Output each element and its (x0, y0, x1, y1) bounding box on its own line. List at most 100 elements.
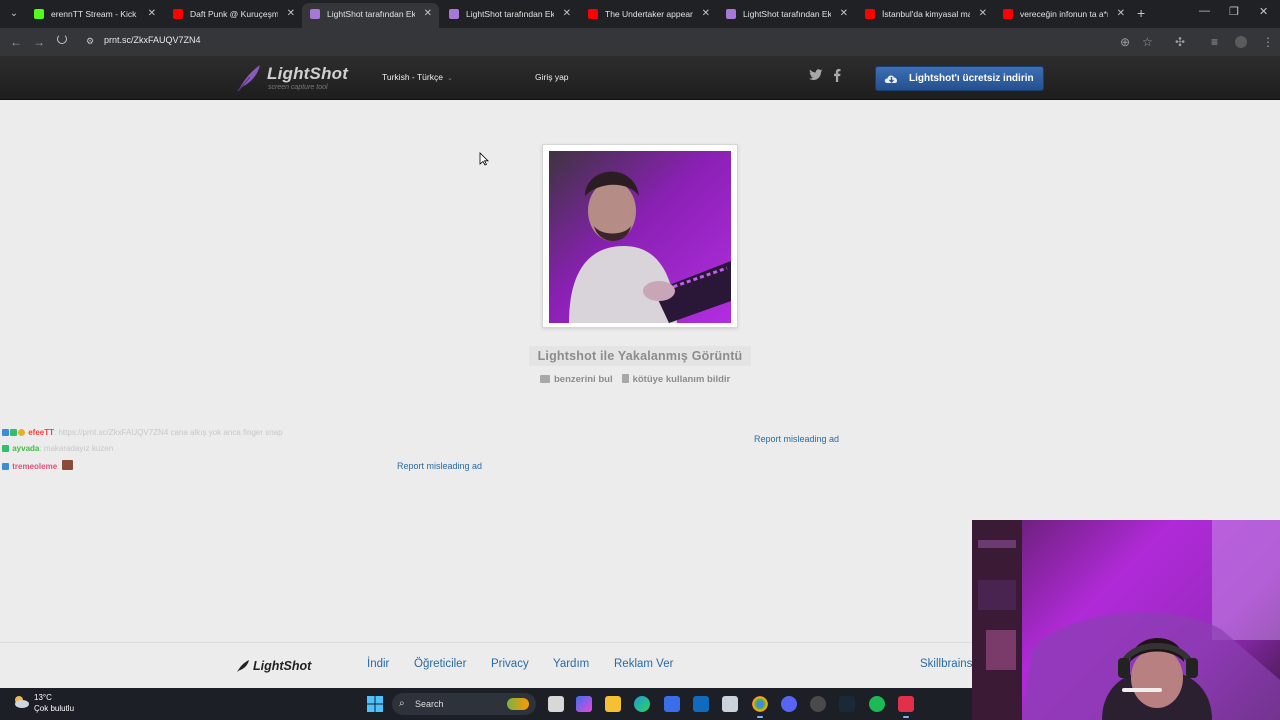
trash-icon (621, 374, 629, 383)
facebook-icon[interactable] (833, 69, 841, 85)
tab-title: LightShot tarafından Ekra (466, 9, 554, 19)
browser-tab[interactable]: LightShot tarafından Ekra ✕ (718, 3, 855, 28)
restore-icon[interactable]: ❐ (1229, 5, 1239, 18)
spotify-icon[interactable] (869, 696, 885, 712)
tab-title: İstanbul'da kimyasal mad (882, 9, 970, 19)
chat-badge-icon (18, 429, 25, 436)
footer-link-skillbrains[interactable]: Skillbrains (920, 658, 972, 670)
tab-close-icon[interactable]: ✕ (1117, 3, 1125, 25)
minimize-icon[interactable]: — (1199, 5, 1210, 17)
chat-text: : makaradayız kuzen (39, 444, 114, 453)
profile-avatar[interactable] (1235, 36, 1247, 48)
image-actions: benzerini bul kötüye kullanım bildir (540, 374, 730, 385)
address-bar[interactable]: prnt.sc/ZkxFAUQV7ZN4 (104, 35, 201, 45)
report-abuse-link[interactable]: kötüye kullanım bildir (621, 374, 730, 385)
tab-close-icon[interactable]: ✕ (979, 3, 987, 25)
task-view-icon[interactable] (548, 696, 564, 712)
chat-message: ayvada: makaradayız kuzen (2, 444, 113, 453)
browser-tab[interactable]: İstanbul'da kimyasal mad ✕ (857, 3, 994, 28)
browser-tab[interactable]: Daft Punk @ Kuruçeşme / ✕ (165, 3, 302, 28)
browser-toolbar: ← → ⚙ prnt.sc/ZkxFAUQV7ZN4 ⊕ ☆ ✣ ≡ ⋮ (0, 28, 1280, 56)
browser-tab-strip: ⌄ erennTT Stream - Kick Da ✕ Daft Punk @… (0, 0, 1280, 28)
tab-search-icon[interactable]: ⌄ (6, 6, 22, 22)
edge-icon[interactable] (634, 696, 650, 712)
logo-tagline: screen capture tool (268, 84, 328, 91)
browser-tab-active[interactable]: LightShot tarafından Ekra ✕ (302, 3, 439, 28)
weather-condition[interactable]: Çok bulutlu (34, 704, 74, 713)
chat-text: : https://prnt.sc/ZkxFAUQV7ZN4 cana alkı… (54, 428, 283, 437)
browser-tab[interactable]: erennTT Stream - Kick Da ✕ (26, 3, 163, 28)
download-button-label: Lightshot'ı ücretsiz indirin (909, 73, 1034, 84)
tab-close-icon[interactable]: ✕ (840, 3, 848, 25)
chat-emote-icon (61, 460, 73, 470)
chat-message: efeeTT: https://prnt.sc/ZkxFAUQV7ZN4 can… (2, 428, 283, 437)
new-tab-button[interactable]: + (1137, 5, 1145, 21)
webcam-overlay (972, 520, 1280, 720)
chat-username: ayvada (12, 444, 40, 453)
weather-cloudy-icon[interactable] (12, 693, 30, 711)
media-controls-icon[interactable]: ≡ (1211, 34, 1218, 50)
file-explorer-icon[interactable] (605, 696, 621, 712)
tab-close-icon[interactable]: ✕ (424, 3, 432, 25)
outlook-icon[interactable] (693, 696, 709, 712)
youtube-favicon-icon (588, 9, 598, 19)
copilot-icon[interactable] (576, 696, 592, 712)
close-window-icon[interactable]: ✕ (1259, 5, 1268, 18)
youtube-favicon-icon (865, 9, 875, 19)
windows-taskbar: 13°C Çok bulutlu ⌕ Search (0, 688, 972, 720)
download-free-button[interactable]: Lightshot'ı ücretsiz indirin (875, 66, 1044, 91)
language-selector[interactable]: Turkish - Türkçe ⌄ (382, 72, 453, 82)
tab-close-icon[interactable]: ✕ (287, 3, 295, 25)
tab-close-icon[interactable]: ✕ (702, 3, 710, 25)
footer-link-tutorials[interactable]: Öğreticiler (414, 658, 466, 670)
forward-icon[interactable]: → (33, 34, 45, 50)
app-icon[interactable] (898, 696, 914, 718)
find-similar-link[interactable]: benzerini bul (540, 374, 613, 385)
footer-link-download[interactable]: İndir (367, 658, 389, 670)
tab-title: vereceğin infonun ta a*n (1020, 9, 1108, 19)
footer-logo[interactable]: LightShot (253, 659, 311, 673)
footer-link-help[interactable]: Yardım (553, 658, 589, 670)
report-misleading-ad-link[interactable]: Report misleading ad (754, 434, 839, 444)
steam-icon[interactable] (839, 696, 855, 712)
download-cloud-icon (884, 75, 898, 83)
browser-tab[interactable]: vereceğin infonun ta a*n ✕ (995, 3, 1132, 28)
lightshot-logo[interactable]: LightShot (267, 64, 348, 84)
chrome-icon[interactable] (752, 696, 768, 718)
app-icon[interactable] (810, 696, 826, 712)
microsoft-store-icon[interactable] (664, 696, 680, 712)
twitter-icon[interactable] (809, 69, 823, 84)
browser-menu-icon[interactable]: ⋮ (1262, 34, 1274, 50)
screenshot-image[interactable] (549, 151, 731, 323)
feather-logo-icon (237, 660, 249, 672)
search-icon: ⌕ (399, 698, 405, 709)
footer-link-privacy[interactable]: Privacy (491, 658, 529, 670)
login-link[interactable]: Giriş yap (535, 72, 569, 82)
extensions-icon[interactable]: ✣ (1175, 34, 1185, 50)
search-highlight-icon (507, 698, 529, 710)
browser-tab[interactable]: The Undertaker appears ! ✕ (580, 3, 717, 28)
tab-close-icon[interactable]: ✕ (148, 3, 156, 25)
zoom-icon[interactable]: ⊕ (1120, 34, 1130, 50)
report-misleading-ad-link[interactable]: Report misleading ad (397, 461, 482, 471)
tab-title: The Undertaker appears ! (605, 9, 693, 19)
lightshot-favicon-icon (726, 9, 736, 19)
windows-start-icon[interactable] (367, 696, 383, 712)
tab-title: Daft Punk @ Kuruçeşme / (190, 9, 278, 19)
chat-username: efeeTT (28, 428, 55, 437)
chat-message: tremeoleme: (2, 460, 74, 471)
chat-badge-icon (10, 429, 17, 436)
weather-temperature[interactable]: 13°C (34, 693, 52, 702)
back-icon[interactable]: ← (10, 34, 22, 50)
loading-icon[interactable] (57, 34, 67, 44)
mouse-cursor-icon (479, 152, 489, 166)
footer-link-advertise[interactable]: Reklam Ver (614, 658, 673, 670)
browser-tab[interactable]: LightShot tarafından Ekra ✕ (441, 3, 578, 28)
site-info-icon[interactable]: ⚙ (86, 36, 94, 47)
screenshot-preview[interactable] (542, 144, 738, 328)
bookmark-star-icon[interactable]: ☆ (1142, 34, 1153, 50)
settings-icon[interactable] (722, 696, 738, 712)
tab-close-icon[interactable]: ✕ (563, 3, 571, 25)
discord-icon[interactable] (781, 696, 797, 712)
taskbar-search[interactable]: ⌕ Search (392, 693, 536, 715)
